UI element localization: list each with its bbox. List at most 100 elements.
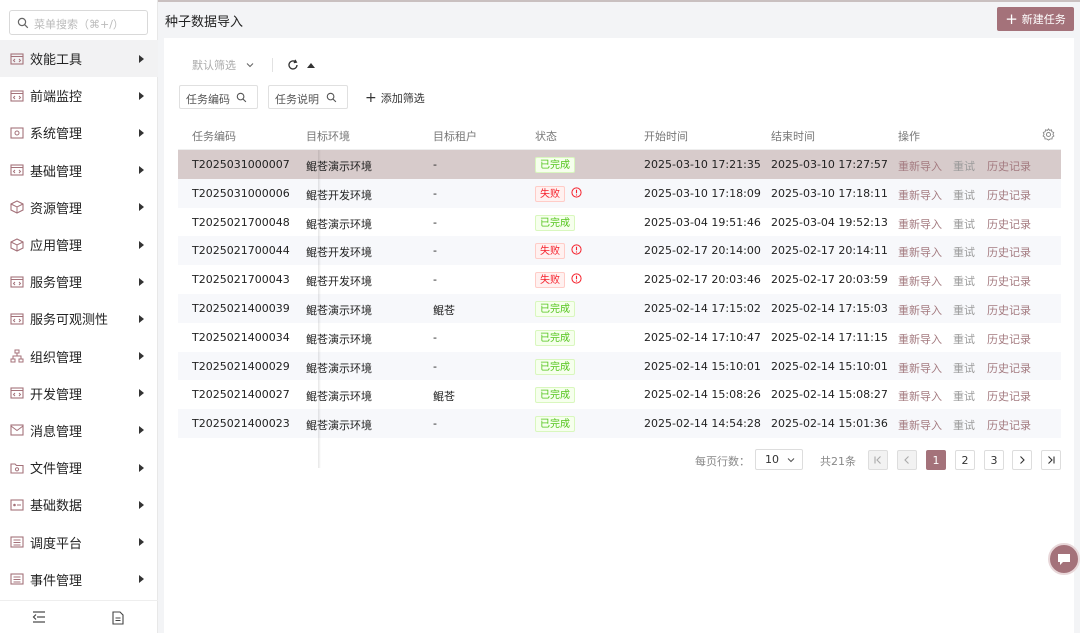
table-row[interactable]: T2025021700044 鲲苍开发环境 - 失败 2025-02-17 20:14:…: [178, 236, 1061, 266]
reimport-link[interactable]: 重新导入: [898, 417, 942, 433]
page-size-select[interactable]: 10: [755, 449, 803, 470]
history-link[interactable]: 历史记录: [987, 273, 1031, 289]
error-info-icon[interactable]: [571, 187, 582, 198]
expand-arrow-icon[interactable]: [139, 352, 144, 361]
expand-arrow-icon[interactable]: [139, 203, 144, 212]
column-header[interactable]: 目标租户: [433, 128, 477, 144]
history-link[interactable]: 历史记录: [987, 417, 1031, 433]
collapse-filter-icon[interactable]: [307, 62, 315, 68]
table-row[interactable]: T2025021400039 鲲苍演示环境 鲲苍 已完成 2025-02-14 17:1…: [178, 293, 1061, 323]
reimport-link[interactable]: 重新导入: [898, 331, 942, 347]
history-link[interactable]: 历史记录: [987, 388, 1031, 404]
column-header[interactable]: 状态: [535, 128, 557, 144]
sidebar-item[interactable]: 事件管理: [0, 561, 158, 598]
sidebar-item[interactable]: 效能工具: [0, 40, 158, 78]
retry-link[interactable]: 重试: [953, 417, 975, 433]
history-link[interactable]: 历史记录: [987, 331, 1031, 347]
retry-link[interactable]: 重试: [953, 273, 975, 289]
table-row[interactable]: T2025021700048 鲲苍演示环境 - 已完成 2025-03-04 19:51…: [178, 208, 1061, 237]
expand-arrow-icon[interactable]: [139, 277, 144, 286]
table-row[interactable]: T2025021700043 鲲苍开发环境 - 失败 2025-02-17 20:03:…: [178, 265, 1061, 294]
column-header[interactable]: 结束时间: [771, 128, 815, 144]
chevron-down-icon[interactable]: [246, 61, 254, 69]
error-info-icon[interactable]: [571, 273, 582, 284]
history-link[interactable]: 历史记录: [987, 244, 1031, 260]
history-link[interactable]: 历史记录: [987, 302, 1031, 318]
retry-link[interactable]: 重试: [953, 244, 975, 260]
assistant-float-button[interactable]: [1048, 543, 1080, 575]
expand-arrow-icon[interactable]: [139, 91, 144, 100]
history-link[interactable]: 历史记录: [987, 360, 1031, 376]
sidebar-item[interactable]: 基础数据: [0, 486, 158, 523]
table-row[interactable]: T2025021400029 鲲苍演示环境 - 已完成 2025-02-14 15:10…: [178, 351, 1061, 381]
retry-link[interactable]: 重试: [953, 331, 975, 347]
expand-arrow-icon[interactable]: [139, 240, 144, 249]
retry-link[interactable]: 重试: [953, 158, 975, 174]
history-link[interactable]: 历史记录: [987, 158, 1031, 174]
error-info-icon[interactable]: [571, 244, 582, 255]
prev-page-button[interactable]: [897, 450, 917, 470]
page-number-button[interactable]: 2: [955, 450, 975, 470]
sidebar-item[interactable]: 资源管理: [0, 189, 158, 226]
expand-arrow-icon[interactable]: [139, 166, 144, 175]
sidebar-item[interactable]: 调度平台: [0, 523, 158, 560]
history-link[interactable]: 历史记录: [987, 216, 1031, 232]
sidebar-item[interactable]: 文件管理: [0, 449, 158, 486]
column-header[interactable]: 任务编码: [192, 128, 236, 144]
sidebar-item[interactable]: 前端监控: [0, 77, 158, 114]
expand-arrow-icon[interactable]: [139, 575, 144, 584]
expand-arrow-icon[interactable]: [139, 389, 144, 398]
retry-link[interactable]: 重试: [953, 187, 975, 203]
page-number-button[interactable]: 1: [926, 450, 946, 470]
column-header[interactable]: 操作: [898, 128, 920, 144]
add-filter-button[interactable]: + 添加筛选: [365, 90, 425, 106]
sidebar-item[interactable]: 开发管理: [0, 375, 158, 412]
retry-link[interactable]: 重试: [953, 302, 975, 318]
first-page-button[interactable]: [868, 450, 888, 470]
table-row[interactable]: T2025021400034 鲲苍演示环境 - 已完成 2025-02-14 17:10…: [178, 323, 1061, 352]
expand-arrow-icon[interactable]: [139, 500, 144, 509]
sidebar-item[interactable]: 基础管理: [0, 152, 158, 189]
reimport-link[interactable]: 重新导入: [898, 388, 942, 404]
sidebar-item[interactable]: 组织管理: [0, 338, 158, 375]
table-row[interactable]: T2025021400027 鲲苍演示环境 鲲苍 已完成 2025-02-14 15:0…: [178, 380, 1061, 409]
expand-arrow-icon[interactable]: [139, 538, 144, 547]
refresh-icon[interactable]: [287, 59, 299, 71]
reimport-link[interactable]: 重新导入: [898, 273, 942, 289]
menu-search-input[interactable]: 菜单搜索（⌘+/）: [9, 10, 148, 35]
document-icon[interactable]: [112, 611, 124, 625]
sidebar-item[interactable]: 消息管理: [0, 412, 158, 449]
table-row[interactable]: T2025021400023 鲲苍演示环境 - 已完成 2025-02-14 14:54…: [178, 409, 1061, 438]
reimport-link[interactable]: 重新导入: [898, 302, 942, 318]
table-row[interactable]: T2025031000006 鲲苍开发环境 - 失败 2025-03-10 17:18:…: [178, 178, 1061, 208]
task-code-filter[interactable]: 任务编码: [179, 85, 258, 109]
new-task-button[interactable]: + 新建任务: [997, 7, 1074, 31]
history-link[interactable]: 历史记录: [987, 187, 1031, 203]
reimport-link[interactable]: 重新导入: [898, 216, 942, 232]
expand-arrow-icon[interactable]: [139, 463, 144, 472]
retry-link[interactable]: 重试: [953, 388, 975, 404]
sidebar-item[interactable]: 应用管理: [0, 226, 158, 263]
next-page-button[interactable]: [1012, 450, 1032, 470]
reimport-link[interactable]: 重新导入: [898, 187, 942, 203]
reimport-link[interactable]: 重新导入: [898, 158, 942, 174]
reimport-link[interactable]: 重新导入: [898, 244, 942, 260]
default-filter-select[interactable]: 默认筛选: [192, 57, 236, 73]
column-header[interactable]: 开始时间: [644, 128, 688, 144]
last-page-button[interactable]: [1041, 450, 1061, 470]
table-row[interactable]: T2025031000007 鲲苍演示环境 - 已完成 2025-03-10 17:21…: [178, 150, 1061, 179]
expand-arrow-icon[interactable]: [139, 426, 144, 435]
column-settings-icon[interactable]: [1042, 128, 1055, 141]
retry-link[interactable]: 重试: [953, 360, 975, 376]
sidebar-item[interactable]: 服务可观测性: [0, 300, 158, 337]
expand-arrow-icon[interactable]: [139, 54, 144, 63]
retry-link[interactable]: 重试: [953, 216, 975, 232]
page-number-button[interactable]: 3: [984, 450, 1004, 470]
expand-arrow-icon[interactable]: [139, 314, 144, 323]
sidebar-item[interactable]: 服务管理: [0, 263, 158, 300]
column-header[interactable]: 目标环境: [306, 128, 350, 144]
task-desc-filter[interactable]: 任务说明: [268, 85, 348, 109]
collapse-menu-icon[interactable]: [32, 611, 46, 623]
sidebar-item[interactable]: 系统管理: [0, 114, 158, 151]
expand-arrow-icon[interactable]: [139, 128, 144, 137]
